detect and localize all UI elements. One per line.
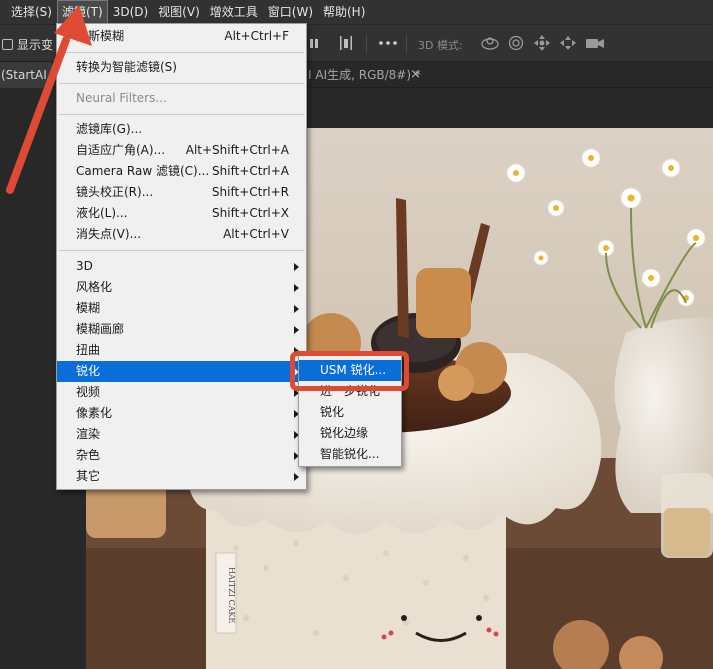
menu-item-label: 像素化 bbox=[76, 406, 113, 420]
menu-separator bbox=[59, 114, 304, 115]
mode-3d-label: 3D 模式: bbox=[418, 39, 463, 52]
menu-item-label: 风格化 bbox=[76, 280, 113, 294]
menu-separator bbox=[59, 83, 304, 84]
menu-item-label: 转换为智能滤镜(S) bbox=[76, 60, 177, 74]
submenu-arrow-icon bbox=[294, 473, 299, 481]
menu-item-video[interactable]: 视频 bbox=[57, 382, 306, 403]
menu-item-gaussian-blur[interactable]: 高斯模糊 Alt+Ctrl+F bbox=[57, 26, 306, 47]
shortcut-label: Shift+Ctrl+R bbox=[211, 185, 289, 199]
menu-item-blur-gallery[interactable]: 模糊画廊 bbox=[57, 319, 306, 340]
menu-item-adaptive-wide-angle[interactable]: 自适应广角(A)... Alt+Shift+Ctrl+A bbox=[57, 140, 306, 161]
menu-item-lens-correction[interactable]: 镜头校正(R)... Shift+Ctrl+R bbox=[57, 182, 306, 203]
show-transform-checkbox[interactable] bbox=[2, 39, 13, 50]
menu-item-3d[interactable]: 3D bbox=[57, 256, 306, 277]
menu-item-sharpen-edges[interactable]: 锐化边缘 bbox=[299, 423, 401, 444]
submenu-arrow-icon bbox=[294, 326, 299, 334]
menu-window[interactable]: 窗口(W) bbox=[263, 0, 318, 24]
menu-separator bbox=[59, 52, 304, 53]
menu-item-neural-filters: Neural Filters... bbox=[57, 88, 306, 109]
shortcut-label: Shift+Ctrl+A bbox=[212, 164, 289, 178]
menu-item-label: 锐化边缘 bbox=[320, 426, 369, 440]
menu-item-label: 锐化 bbox=[76, 364, 101, 378]
menu-item-blur[interactable]: 模糊 bbox=[57, 298, 306, 319]
document-tab-ai-generated[interactable]: I AI生成, RGB/8#) * bbox=[308, 62, 421, 88]
pan-3d-icon[interactable] bbox=[533, 34, 551, 52]
menu-item-sharpen-basic[interactable]: 锐化 bbox=[299, 402, 401, 423]
document-tab-startai[interactable]: (StartAI bbox=[0, 62, 52, 88]
menu-item-stylize[interactable]: 风格化 bbox=[57, 277, 306, 298]
menu-item-label: 滤镜库(G)... bbox=[76, 122, 143, 136]
shortcut-label: Alt+Shift+Ctrl+A bbox=[185, 143, 289, 157]
filter-menu: 高斯模糊 Alt+Ctrl+F 转换为智能滤镜(S) Neural Filter… bbox=[56, 23, 307, 490]
options-separator bbox=[366, 35, 367, 53]
menu-item-label: 渲染 bbox=[76, 427, 101, 441]
menu-item-pixelate[interactable]: 像素化 bbox=[57, 403, 306, 424]
slide-3d-icon[interactable] bbox=[558, 34, 578, 52]
submenu-arrow-icon bbox=[294, 305, 299, 313]
menu-item-label: 其它 bbox=[76, 469, 101, 483]
menu-plugins[interactable]: 增效工具 bbox=[205, 0, 263, 24]
menu-item-label: 高斯模糊 bbox=[76, 29, 125, 43]
roll-3d-icon[interactable] bbox=[507, 34, 525, 52]
shortcut-label: Shift+Ctrl+X bbox=[212, 206, 289, 220]
menu-item-vanishing-point[interactable]: 消失点(V)... Alt+Ctrl+V bbox=[57, 224, 306, 245]
menu-item-noise[interactable]: 杂色 bbox=[57, 445, 306, 466]
menu-filter[interactable]: 滤镜(T) bbox=[56, 0, 108, 24]
menu-view[interactable]: 视图(V) bbox=[153, 0, 205, 24]
align-bars-icon[interactable] bbox=[309, 34, 321, 52]
annotation-highlight-box bbox=[290, 351, 409, 391]
menu-item-render[interactable]: 渲染 bbox=[57, 424, 306, 445]
menu-item-filter-gallery[interactable]: 滤镜库(G)... bbox=[57, 119, 306, 140]
menu-item-smart-sharpen[interactable]: 智能锐化... bbox=[299, 444, 401, 465]
camera-3d-icon[interactable] bbox=[585, 34, 605, 52]
more-icon[interactable] bbox=[378, 34, 398, 52]
close-tab-icon[interactable]: × bbox=[410, 62, 421, 88]
menu-item-label: 杂色 bbox=[76, 448, 101, 462]
menu-item-liquify[interactable]: 液化(L)... Shift+Ctrl+X bbox=[57, 203, 306, 224]
menu-item-label: 智能锐化... bbox=[320, 447, 380, 461]
menu-item-distort[interactable]: 扭曲 bbox=[57, 340, 306, 361]
menu-item-label: 3D bbox=[76, 259, 93, 273]
menu-item-sharpen[interactable]: 锐化 bbox=[57, 361, 306, 382]
shortcut-label: Alt+Ctrl+V bbox=[223, 227, 289, 241]
menu-item-label: 锐化 bbox=[320, 405, 345, 419]
menu-item-label: 镜头校正(R)... bbox=[76, 185, 154, 199]
menu-help[interactable]: 帮助(H) bbox=[318, 0, 370, 24]
menu-item-label: 自适应广角(A)... bbox=[76, 143, 166, 157]
cake-tag-text: HAITZI CAKE bbox=[227, 566, 236, 624]
menu-3d[interactable]: 3D(D) bbox=[108, 0, 153, 24]
options-separator bbox=[406, 35, 407, 53]
menu-item-label: 扭曲 bbox=[76, 343, 101, 357]
menu-item-label: Camera Raw 滤镜(C)... bbox=[76, 164, 210, 178]
menu-item-convert-smart-filter[interactable]: 转换为智能滤镜(S) bbox=[57, 57, 306, 78]
menu-item-label: Neural Filters... bbox=[76, 91, 167, 105]
menu-item-label: 模糊画廊 bbox=[76, 322, 125, 336]
submenu-arrow-icon bbox=[294, 284, 299, 292]
shortcut-label: Alt+Ctrl+F bbox=[224, 29, 289, 43]
menu-item-label: 消失点(V)... bbox=[76, 227, 142, 241]
menu-select[interactable]: 选择(S) bbox=[6, 0, 57, 24]
distribute-icon[interactable] bbox=[340, 34, 352, 52]
submenu-arrow-icon bbox=[294, 263, 299, 271]
menu-separator bbox=[59, 250, 304, 251]
menu-item-label: 视频 bbox=[76, 385, 101, 399]
menu-item-camera-raw[interactable]: Camera Raw 滤镜(C)... Shift+Ctrl+A bbox=[57, 161, 306, 182]
menu-item-label: 模糊 bbox=[76, 301, 101, 315]
menu-bar: 选择(S) 滤镜(T) 3D(D) 视图(V) 增效工具 窗口(W) 帮助(H) bbox=[0, 0, 713, 24]
menu-item-label: 液化(L)... bbox=[76, 206, 128, 220]
orbit-3d-icon[interactable] bbox=[480, 34, 500, 52]
show-transform-label: 显示变 bbox=[17, 38, 54, 52]
menu-item-other[interactable]: 其它 bbox=[57, 466, 306, 487]
